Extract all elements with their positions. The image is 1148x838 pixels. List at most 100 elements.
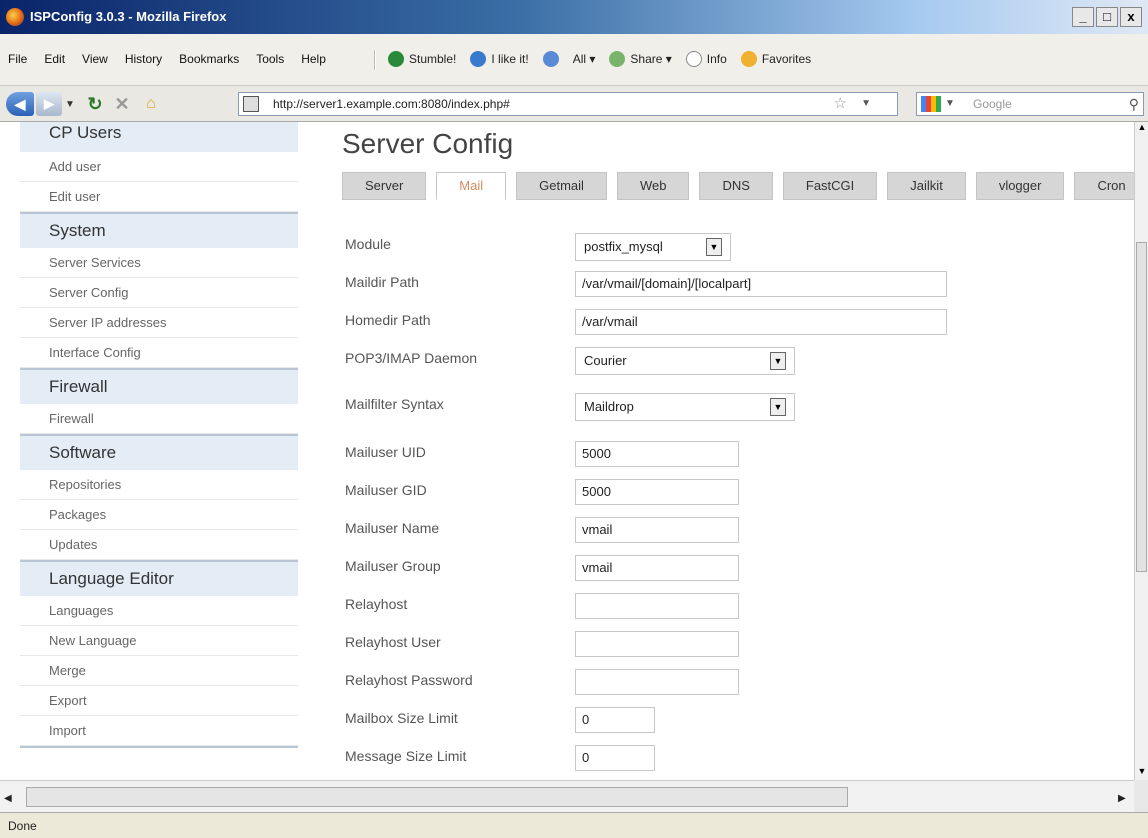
thumbs-down-button[interactable]: [542, 51, 559, 67]
mailuser-uid-input[interactable]: 5000: [575, 441, 739, 467]
search-box[interactable]: ▼ Google ⚲: [916, 92, 1144, 116]
select-value: postfix_mysql: [584, 239, 663, 254]
tab-jailkit[interactable]: Jailkit: [887, 172, 966, 200]
menu-bookmarks[interactable]: Bookmarks: [179, 52, 239, 66]
menu-view[interactable]: View: [82, 52, 108, 66]
sidebar-section-firewall: Firewall: [20, 368, 298, 404]
field-label: Relayhost: [345, 596, 408, 612]
menu-file[interactable]: File: [8, 52, 27, 66]
tab-vlogger[interactable]: vlogger: [975, 172, 1065, 200]
url-dropdown-icon[interactable]: ▼: [861, 93, 871, 115]
firefox-logo-icon: [6, 8, 24, 26]
minimize-button[interactable]: _: [1072, 7, 1094, 27]
tab-fastcgi[interactable]: FastCGI: [782, 172, 878, 200]
search-engine-dropdown-icon[interactable]: ▼: [945, 93, 955, 115]
mailfilter-syntax-select[interactable]: Maildrop ▼: [575, 393, 795, 421]
sidebar-item-interface-config[interactable]: Interface Config: [20, 338, 298, 368]
forward-button[interactable]: ▶: [36, 92, 62, 116]
field-label: Relayhost User: [345, 634, 441, 650]
share-button[interactable]: Share ▾: [609, 51, 672, 67]
bookmark-star-icon[interactable]: ☆: [834, 93, 847, 115]
mailuser-group-input[interactable]: vmail: [575, 555, 739, 581]
stop-button[interactable]: ✕: [112, 92, 132, 116]
history-dropdown-button[interactable]: ▼: [64, 92, 76, 116]
field-label: Maildir Path: [345, 274, 419, 290]
mailbox-size-limit-input[interactable]: 0: [575, 707, 655, 733]
page-viewport: CP Users Add user Edit user System Serve…: [0, 122, 1134, 780]
scroll-up-arrow-icon[interactable]: ▲: [1135, 122, 1148, 136]
sidebar-item-languages[interactable]: Languages: [20, 596, 298, 626]
back-button[interactable]: ◀: [6, 92, 34, 116]
pop3-imap-daemon-select[interactable]: Courier ▼: [575, 347, 795, 375]
menu-help[interactable]: Help: [301, 52, 326, 66]
sidebar: CP Users Add user Edit user System Serve…: [20, 122, 298, 750]
close-button[interactable]: x: [1120, 7, 1142, 27]
sidebar-item-new-language[interactable]: New Language: [20, 626, 298, 656]
toolbar-separator: [374, 50, 376, 70]
reload-button[interactable]: ↻: [84, 92, 106, 116]
favorites-button[interactable]: Favorites: [740, 51, 811, 67]
sidebar-section-software: Software: [20, 434, 298, 470]
menu-history[interactable]: History: [125, 52, 162, 66]
stumble-button[interactable]: Stumble!: [388, 51, 456, 67]
home-icon: ⌂: [146, 95, 156, 112]
sidebar-item-repositories[interactable]: Repositories: [20, 470, 298, 500]
sidebar-item-server-services[interactable]: Server Services: [20, 248, 298, 278]
tab-web[interactable]: Web: [616, 172, 690, 200]
scroll-down-arrow-icon[interactable]: ▼: [1135, 766, 1148, 780]
module-select[interactable]: postfix_mysql ▼: [575, 233, 731, 261]
sidebar-item-server-config[interactable]: Server Config: [20, 278, 298, 308]
form-row-mailbox-size-limit: Mailbox Size Limit 0: [342, 704, 1134, 736]
stumble-label: Stumble!: [409, 52, 457, 66]
sidebar-item-merge[interactable]: Merge: [20, 656, 298, 686]
sidebar-item-packages[interactable]: Packages: [20, 500, 298, 530]
info-button[interactable]: Info: [685, 51, 727, 67]
sidebar-item-edit-user[interactable]: Edit user: [20, 182, 298, 212]
search-icon[interactable]: ⚲: [1129, 93, 1139, 115]
sidebar-item-firewall[interactable]: Firewall: [20, 404, 298, 434]
horizontal-scrollbar[interactable]: ◀ ▶: [0, 780, 1134, 812]
stumbleupon-icon: [388, 51, 404, 67]
home-button[interactable]: ⌂: [140, 92, 162, 116]
relayhost-input[interactable]: [575, 593, 739, 619]
field-label: Mailbox Size Limit: [345, 710, 458, 726]
message-size-limit-input[interactable]: 0: [575, 745, 655, 771]
chevron-down-icon: ▼: [706, 238, 722, 256]
i-like-it-label: I like it!: [491, 52, 529, 66]
select-value: Maildrop: [584, 399, 634, 414]
menu-tools[interactable]: Tools: [256, 52, 284, 66]
scroll-right-arrow-icon[interactable]: ▶: [1118, 793, 1126, 804]
tab-dns[interactable]: DNS: [699, 172, 773, 200]
field-label: Message Size Limit: [345, 748, 467, 764]
vertical-scrollbar[interactable]: ▲ ▼: [1134, 122, 1148, 780]
menu-edit[interactable]: Edit: [44, 52, 65, 66]
sidebar-item-import[interactable]: Import: [20, 716, 298, 746]
url-bar[interactable]: http://server1.example.com:8080/index.ph…: [238, 92, 898, 116]
form-row-relayhost: Relayhost: [342, 590, 1134, 622]
sidebar-item-export[interactable]: Export: [20, 686, 298, 716]
all-dropdown[interactable]: All ▾: [573, 52, 596, 66]
i-like-it-button[interactable]: I like it!: [470, 51, 529, 67]
maximize-button[interactable]: □: [1096, 7, 1118, 27]
form-row-homedir-path: Homedir Path /var/vmail: [342, 306, 1134, 338]
horizontal-scroll-thumb[interactable]: [26, 787, 848, 807]
relayhost-password-input[interactable]: [575, 669, 739, 695]
tab-server[interactable]: Server: [342, 172, 427, 200]
maildir-path-input[interactable]: /var/vmail/[domain]/[localpart]: [575, 271, 947, 297]
sidebar-item-server-ip-addresses[interactable]: Server IP addresses: [20, 308, 298, 338]
homedir-path-input[interactable]: /var/vmail: [575, 309, 947, 335]
relayhost-user-input[interactable]: [575, 631, 739, 657]
tab-cron[interactable]: Cron: [1074, 172, 1134, 200]
chevron-down-icon: ▼: [770, 352, 786, 370]
sidebar-item-add-user[interactable]: Add user: [20, 152, 298, 182]
tab-getmail[interactable]: Getmail: [516, 172, 607, 200]
window-title: ISPConfig 3.0.3 - Mozilla Firefox: [30, 9, 227, 24]
vertical-scroll-thumb[interactable]: [1136, 242, 1147, 572]
mailuser-gid-input[interactable]: 5000: [575, 479, 739, 505]
mailuser-name-input[interactable]: vmail: [575, 517, 739, 543]
sidebar-item-updates[interactable]: Updates: [20, 530, 298, 560]
tab-mail[interactable]: Mail: [436, 172, 507, 200]
share-label: Share ▾: [630, 52, 672, 66]
form-row-maildir-path: Maildir Path /var/vmail/[domain]/[localp…: [342, 268, 1134, 300]
scroll-left-arrow-icon[interactable]: ◀: [4, 793, 12, 804]
